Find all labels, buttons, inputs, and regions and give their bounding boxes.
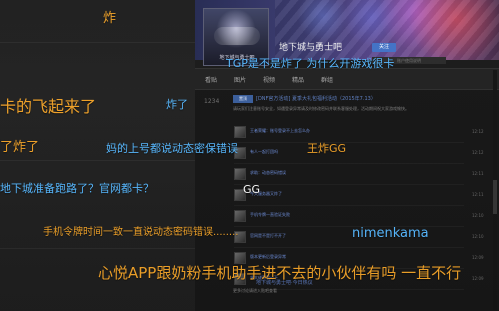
- danmaku-comment: 炸了: [166, 98, 188, 111]
- danmaku-comment: 了炸了: [0, 140, 40, 155]
- follow-button[interactable]: 关注: [372, 43, 396, 52]
- danmaku-comment: 手机令牌时间一致一直说动态密码错误........: [43, 227, 239, 238]
- scroll-thumb[interactable]: [493, 180, 497, 214]
- panel-divider: [0, 160, 195, 161]
- danmaku-comment: 心悦APP跟奶粉手机助手进不去的小伙伴有吗 一直不行: [98, 264, 462, 282]
- tab-read-posts[interactable]: 看贴: [205, 75, 217, 84]
- logo-mark: [214, 27, 260, 45]
- list-item[interactable]: 有人一起打团吗 12:12: [234, 146, 484, 164]
- avatar: [234, 252, 246, 264]
- post-title[interactable]: [DNF官方活动] 夏季大礼包福利活动（2015年7.13）: [256, 95, 376, 102]
- reply-time: 12:12: [472, 129, 484, 134]
- avatar: [234, 126, 246, 138]
- reply-time: 12:11: [472, 192, 484, 197]
- forum-nav-bar: 看贴 图片 视频 精品 群组: [195, 68, 499, 90]
- bottom-post-snippet: 更多讨论请进入贴吧查看: [233, 288, 277, 293]
- post-snippet: 请玩家们注意账号安全，如遇登录异常请及时修改密码并联系客服处理，活动期间祝大家游…: [233, 106, 409, 111]
- danmaku-comment: 王炸GG: [307, 142, 347, 155]
- forum-title: 地下城与勇士吧: [279, 43, 343, 53]
- tab-images[interactable]: 图片: [234, 75, 246, 84]
- danmaku-comment: nimenkama: [352, 226, 429, 241]
- bottom-post[interactable]: 地下城与勇士吧·今日热议 更多讨论请进入贴吧查看: [233, 279, 483, 303]
- danmaku-comment: 妈的上号都说动态密保错误: [106, 142, 238, 155]
- danmaku-comment: 地下城准备跑路了？官网都卡？: [0, 182, 154, 195]
- reply-time: 12:09: [472, 255, 484, 260]
- reply-text[interactable]: 手机令牌一直验证失败: [250, 212, 290, 218]
- danmaku-comment: GG: [243, 183, 261, 196]
- panel-divider: [0, 248, 195, 249]
- reply-time: 12:12: [472, 150, 484, 155]
- reply-text[interactable]: 版本更新后登录异常: [250, 254, 286, 260]
- danmaku-comment: 炸: [103, 11, 117, 26]
- reply-time: 12:11: [472, 171, 484, 176]
- list-item[interactable]: 今天服务器又炸了 12:11: [234, 188, 484, 206]
- reply-time: 12:10: [472, 213, 484, 218]
- reply-time: 12:10: [472, 234, 484, 239]
- panel-divider: [0, 42, 195, 43]
- avatar: [234, 210, 246, 222]
- danmaku-comment: 卡的飞起来了: [0, 97, 97, 116]
- danmaku-comment: TGP是不是炸了 为什么开游戏很卡: [226, 57, 395, 70]
- reply-text[interactable]: 有人一起打团吗: [250, 149, 278, 155]
- reply-text[interactable]: 王者荣耀：账号登录不上去怎么办: [250, 128, 310, 134]
- list-item[interactable]: 手机令牌一直验证失败 12:10: [234, 209, 484, 227]
- sidebar-meta: 1234: [204, 98, 220, 105]
- tab-groups[interactable]: 群组: [321, 75, 333, 84]
- list-item[interactable]: 王者荣耀：账号登录不上去怎么办 12:12: [234, 125, 484, 143]
- video-frame: 地下城与勇士吧 地下城与勇士吧 关注 账户使用说明 看贴 图片 视频 精品 群组…: [0, 0, 499, 311]
- scrollbar[interactable]: [493, 70, 497, 310]
- list-item[interactable]: 官网是不是打不开了 12:10: [234, 230, 484, 248]
- list-item[interactable]: 求助：动态密码错误 12:11: [234, 167, 484, 185]
- reply-text[interactable]: 求助：动态密码错误: [250, 170, 286, 176]
- avatar: [234, 168, 246, 180]
- tab-featured[interactable]: 精品: [292, 75, 304, 84]
- tab-videos[interactable]: 视频: [263, 75, 275, 84]
- pinned-post[interactable]: 置顶 [DNF官方活动] 夏季大礼包福利活动（2015年7.13） 请玩家们注意…: [233, 95, 483, 127]
- pinned-badge: 置顶: [233, 95, 253, 103]
- reply-text[interactable]: 官网是不是打不开了: [250, 233, 286, 239]
